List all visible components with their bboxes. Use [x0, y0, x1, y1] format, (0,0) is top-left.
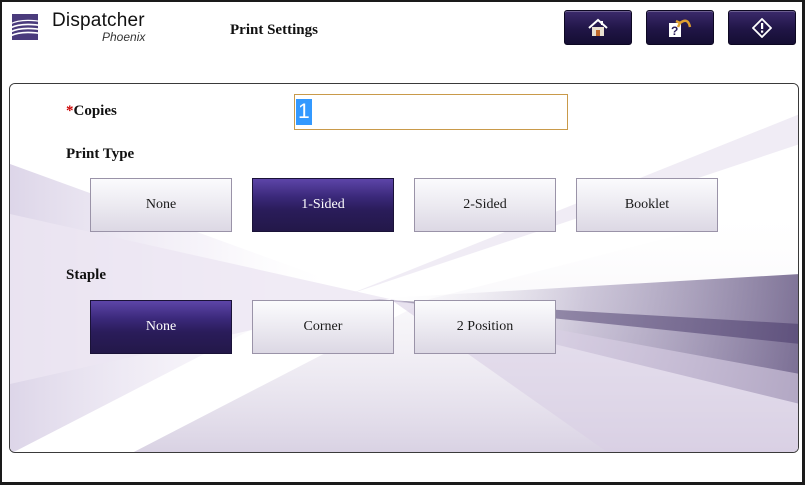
staple-2-position-button[interactable]: 2 Position	[414, 300, 556, 354]
app-window: Dispatcher Phoenix Print Settings ? *Cop…	[0, 0, 805, 485]
logo: Dispatcher Phoenix	[10, 10, 160, 48]
logo-text: Dispatcher	[52, 10, 145, 31]
help-back-icon: ?	[669, 19, 692, 38]
background-swoosh	[10, 84, 798, 452]
settings-panel: *Copies 1 Print Type None 1-Sided 2-Side…	[9, 83, 799, 453]
logo-icon	[10, 14, 44, 40]
home-button[interactable]	[564, 10, 632, 45]
print-type-label: Print Type	[66, 146, 135, 162]
page-title: Print Settings	[230, 22, 318, 38]
home-icon	[588, 18, 608, 36]
copies-label-text: Copies	[73, 103, 117, 119]
staple-label: Staple	[66, 267, 107, 283]
print-type-booklet-button[interactable]: Booklet	[576, 178, 718, 232]
print-type-2-sided-button[interactable]: 2-Sided	[414, 178, 556, 232]
logo-subtext: Phoenix	[102, 30, 146, 44]
copies-input[interactable]	[294, 94, 568, 130]
staple-corner-button[interactable]: Corner	[252, 300, 394, 354]
help-button[interactable]: ?	[646, 10, 714, 45]
staple-none-button[interactable]: None	[90, 300, 232, 354]
copies-value: 1	[296, 99, 312, 125]
info-button[interactable]	[728, 10, 796, 45]
required-mark: *	[66, 103, 74, 119]
print-type-none-button[interactable]: None	[90, 178, 232, 232]
copies-label: *Copies	[66, 103, 117, 120]
info-icon	[752, 17, 772, 38]
print-type-1-sided-button[interactable]: 1-Sided	[252, 178, 394, 232]
